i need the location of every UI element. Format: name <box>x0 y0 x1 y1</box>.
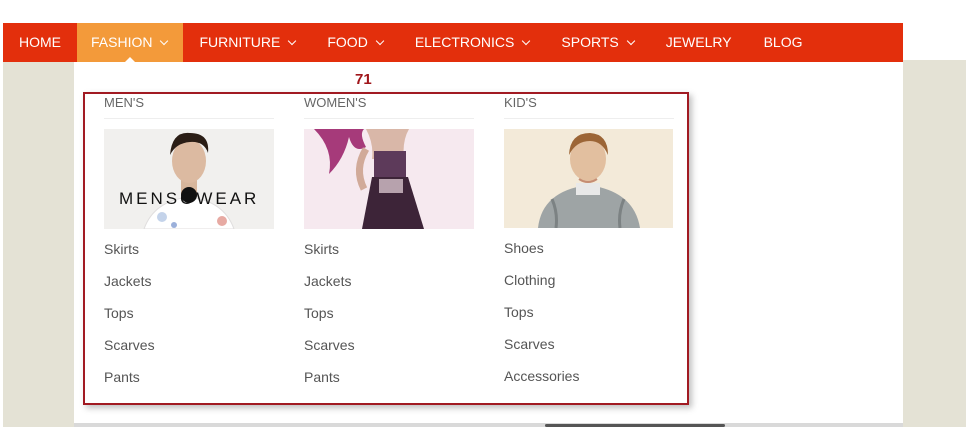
mens-wear-illustration <box>104 129 274 229</box>
nav-item-label: HOME <box>19 34 61 50</box>
menu-link[interactable]: Tops <box>504 296 674 328</box>
column-heading: KID'S <box>504 95 674 119</box>
menu-link[interactable]: Shoes <box>504 232 674 264</box>
mens-wear-text: MENSOWEAR <box>119 189 260 208</box>
nav-item-label: FOOD <box>327 34 368 50</box>
nav-item-jewelry[interactable]: JEWELRY <box>650 23 748 62</box>
menu-link[interactable]: Tops <box>104 297 274 329</box>
main-navbar: HOME FASHION FURNITURE FOOD ELECTRONICS … <box>3 23 903 62</box>
nav-item-label: BLOG <box>763 34 803 50</box>
menu-link[interactable]: Jackets <box>104 265 274 297</box>
kids-wear-illustration <box>504 129 673 228</box>
womens-wear-illustration <box>304 129 474 229</box>
menu-link[interactable]: Clothing <box>504 264 674 296</box>
nav-item-label: FASHION <box>91 34 153 50</box>
nav-item-label: ELECTRONICS <box>414 34 515 50</box>
column-heading: MEN'S <box>104 95 274 119</box>
nav-item-blog[interactable]: BLOG <box>748 23 819 62</box>
menu-link[interactable]: Scarves <box>104 329 274 361</box>
link-list: Skirts Jackets Tops Scarves Pants <box>304 233 474 393</box>
link-list: Skirts Jackets Tops Scarves Pants <box>104 233 274 393</box>
kids-wear-image[interactable] <box>504 129 673 228</box>
menu-column-womens: WOMEN'S Skirts Jackets Tops Scarves Pant… <box>304 95 474 393</box>
nav-item-furniture[interactable]: FURNITURE <box>183 23 311 62</box>
menu-link[interactable]: Pants <box>304 361 474 393</box>
annotation-number: 71 <box>355 71 372 88</box>
chevron-down-icon <box>288 36 297 45</box>
menu-link[interactable]: Skirts <box>104 233 274 265</box>
womens-wear-image[interactable] <box>304 129 474 229</box>
menu-link[interactable]: Accessories <box>504 360 674 392</box>
nav-item-fashion[interactable]: FASHION <box>77 23 184 62</box>
menu-link[interactable]: Scarves <box>304 329 474 361</box>
nav-item-label: FURNITURE <box>199 34 281 50</box>
mens-wear-image[interactable]: MENSOWEAR <box>104 129 274 229</box>
menu-column-kids: KID'S Shoes Clothing Tops Scarves Access… <box>504 95 674 392</box>
chevron-down-icon <box>522 36 531 45</box>
menu-link[interactable]: Skirts <box>304 233 474 265</box>
nav-item-electronics[interactable]: ELECTRONICS <box>399 23 546 62</box>
chevron-down-icon <box>626 36 635 45</box>
nav-item-food[interactable]: FOOD <box>311 23 398 62</box>
nav-item-sports[interactable]: SPORTS <box>545 23 649 62</box>
nav-item-label: JEWELRY <box>665 34 732 50</box>
nav-item-label: SPORTS <box>561 34 619 50</box>
menu-link[interactable]: Tops <box>304 297 474 329</box>
nav-item-home[interactable]: HOME <box>3 23 77 62</box>
menu-column-mens: MEN'S MENSOWEAR Skirts Jackets Tops Scar… <box>104 95 274 393</box>
menu-link[interactable]: Jackets <box>304 265 474 297</box>
chevron-down-icon <box>375 36 385 45</box>
menu-link[interactable]: Scarves <box>504 328 674 360</box>
bottom-divider <box>74 423 903 427</box>
menu-link[interactable]: Pants <box>104 361 274 393</box>
chevron-down-icon <box>160 36 169 45</box>
column-heading: WOMEN'S <box>304 95 474 119</box>
link-list: Shoes Clothing Tops Scarves Accessories <box>504 232 674 392</box>
